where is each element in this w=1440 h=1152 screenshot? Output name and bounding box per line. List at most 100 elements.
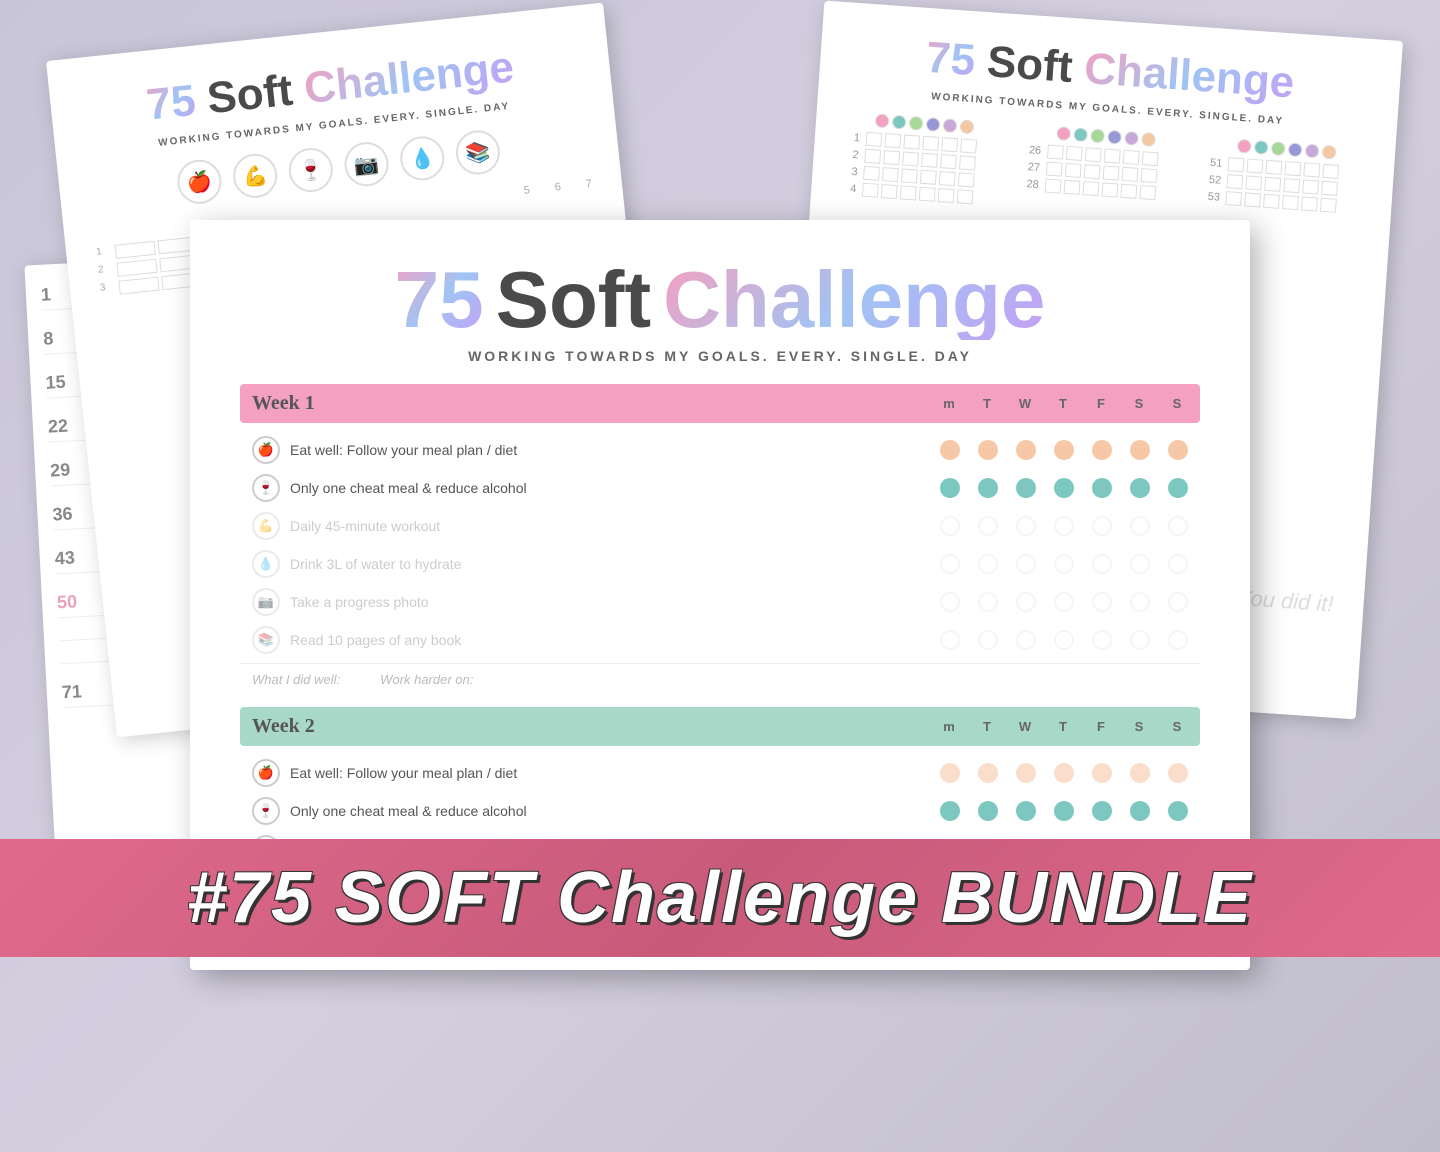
- dot: [1092, 592, 1112, 612]
- dot: [978, 516, 998, 536]
- dot: [1054, 440, 1074, 460]
- dot: [940, 554, 960, 574]
- main-title-75: 75: [395, 260, 484, 340]
- w2task2-text: Only one cheat meal & reduce alcohol: [290, 803, 930, 819]
- dot: [1092, 554, 1112, 574]
- task6-text: Read 10 pages of any book: [290, 632, 930, 648]
- w2task1-dots: [940, 763, 1188, 783]
- main-title-block: 75 Soft Challenge: [240, 260, 1200, 340]
- week2-header: Week 2 m T W T F S S: [240, 707, 1200, 746]
- dot: [1016, 592, 1036, 612]
- dot: [978, 592, 998, 612]
- task1-icon: 🍎: [252, 436, 280, 464]
- icon-photo: 📷: [342, 140, 390, 188]
- week1-reflection: What I did well: Work harder on:: [240, 663, 1200, 695]
- dot: [1130, 630, 1150, 650]
- back-right-title-75: 75: [925, 33, 977, 86]
- dot: [1092, 801, 1112, 821]
- icon-food: 🍎: [175, 158, 223, 206]
- task1-dots: [940, 440, 1188, 460]
- week2-days: m T W T F S S: [940, 719, 1188, 734]
- dot: [1168, 554, 1188, 574]
- dot: [978, 440, 998, 460]
- dot: [1054, 516, 1074, 536]
- icon-workout: 💪: [231, 152, 279, 200]
- dot: [940, 763, 960, 783]
- dot: [1168, 630, 1188, 650]
- banner-text: #75 SOFT Challenge BUNDLE: [187, 857, 1253, 939]
- dot: [1016, 630, 1036, 650]
- w2task1-icon: 🍎: [252, 759, 280, 787]
- dot: [940, 630, 960, 650]
- task6-dots: [940, 630, 1188, 650]
- dot: [1130, 763, 1150, 783]
- dot: [1168, 478, 1188, 498]
- dot: [978, 630, 998, 650]
- grid-col-2: 26 27 28: [1017, 124, 1189, 219]
- grid-col-1: 1 2 3 4: [836, 111, 1008, 206]
- dot: [1054, 763, 1074, 783]
- week1-task-3: 💪 Daily 45-minute workout: [240, 507, 1200, 545]
- icon-alcohol: 🍷: [287, 146, 335, 194]
- dot: [940, 516, 960, 536]
- dot: [940, 440, 960, 460]
- dot: [1016, 440, 1036, 460]
- dot: [940, 478, 960, 498]
- back-right-grid: 1 2 3 4 26 27 28: [836, 111, 1371, 232]
- week2-task-1: 🍎 Eat well: Follow your meal plan / diet: [240, 754, 1200, 792]
- grid-rows-3: 51 52 53: [1200, 155, 1370, 215]
- task2-text: Only one cheat meal & reduce alcohol: [290, 480, 930, 496]
- icon-book: 📚: [454, 128, 502, 176]
- week1-task-4: 💧 Drink 3L of water to hydrate: [240, 545, 1200, 583]
- task5-text: Take a progress photo: [290, 594, 930, 610]
- back-left-icons: 🍎 💪 🍷 📷 💧 📚: [88, 119, 590, 215]
- back-left-title-soft: Soft: [205, 66, 295, 125]
- dot: [1130, 440, 1150, 460]
- back-right-title-challenge: Challenge: [1083, 44, 1296, 109]
- week2-label: Week 2: [252, 715, 940, 738]
- week1-days: m T W T F S S: [940, 396, 1188, 411]
- week1-task-1: 🍎 Eat well: Follow your meal plan / diet: [240, 431, 1200, 469]
- task4-text: Drink 3L of water to hydrate: [290, 556, 930, 572]
- dot: [1016, 763, 1036, 783]
- main-title-soft: Soft: [496, 260, 652, 340]
- dot: [1092, 630, 1112, 650]
- dot: [1054, 801, 1074, 821]
- w2task1-text: Eat well: Follow your meal plan / diet: [290, 765, 930, 781]
- dot: [1168, 516, 1188, 536]
- week2-task-2: 🍷 Only one cheat meal & reduce alcohol: [240, 792, 1200, 830]
- you-did-it: You did it!: [1236, 585, 1334, 618]
- dot: [1130, 516, 1150, 536]
- dot: [1168, 592, 1188, 612]
- w2task2-dots: [940, 801, 1188, 821]
- dot: [1092, 478, 1112, 498]
- task2-icon: 🍷: [252, 474, 280, 502]
- dot: [1016, 516, 1036, 536]
- dot: [1168, 801, 1188, 821]
- task3-text: Daily 45-minute workout: [290, 518, 930, 534]
- dot: [1054, 554, 1074, 574]
- icon-water: 💧: [398, 134, 446, 182]
- dot: [1016, 478, 1036, 498]
- grid-col-3: 51 52 53: [1198, 136, 1370, 231]
- dot: [978, 478, 998, 498]
- task5-icon: 📷: [252, 588, 280, 616]
- main-title-challenge: Challenge: [663, 260, 1045, 340]
- task4-icon: 💧: [252, 550, 280, 578]
- task6-icon: 📚: [252, 626, 280, 654]
- week1-label: Week 1: [252, 392, 940, 415]
- dot: [1016, 801, 1036, 821]
- dot: [1016, 554, 1036, 574]
- dot: [1168, 440, 1188, 460]
- task4-dots: [940, 554, 1188, 574]
- grid-rows-1: 1 2 3 4: [836, 130, 1007, 206]
- dot: [978, 554, 998, 574]
- dot: [940, 801, 960, 821]
- dot: [1092, 440, 1112, 460]
- main-subtitle: WORKING TOWARDS MY GOALS. EVERY. SINGLE.…: [240, 348, 1200, 364]
- reflection-right: Work harder on:: [380, 672, 473, 687]
- task2-dots: [940, 478, 1188, 498]
- week1-task-5: 📷 Take a progress photo: [240, 583, 1200, 621]
- reflection-left: What I did well:: [252, 672, 340, 687]
- dot: [1168, 763, 1188, 783]
